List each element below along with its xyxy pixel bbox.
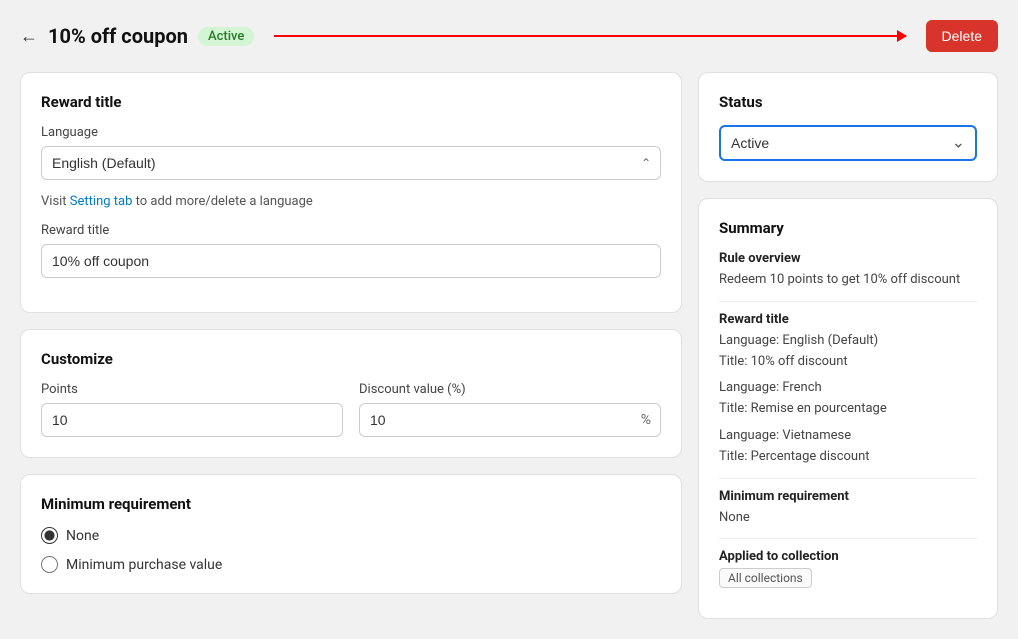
summary-line-6: Title: Percentage discount — [719, 447, 977, 468]
arrow-decoration — [264, 35, 915, 37]
minimum-requirement-options: None Minimum purchase value — [41, 527, 661, 573]
summary-line-2: Title: 10% off discount — [719, 352, 977, 373]
summary-line-5: Language: Vietnamese — [719, 426, 977, 447]
reward-title-label: Reward title — [41, 223, 661, 238]
reward-title-group: Reward title — [41, 223, 661, 278]
minimum-requirement-card: Minimum requirement None Minimum purchas… — [20, 474, 682, 594]
minimum-requirement-heading: Minimum requirement — [41, 495, 661, 513]
minimum-requirement-summary-text: None — [719, 508, 977, 529]
status-select[interactable]: Active Inactive — [719, 125, 977, 161]
customize-fields-row: Points Discount value (%) % — [41, 382, 661, 437]
status-card: Status Active Inactive — [698, 72, 998, 182]
applied-collection-title: Applied to collection — [719, 549, 977, 564]
reward-title-card-heading: Reward title — [41, 93, 661, 111]
radio-minimum-purchase-input[interactable] — [41, 556, 58, 573]
summary-reward-title-section: Reward title Language: English (Default)… — [719, 312, 977, 468]
rule-overview-title: Rule overview — [719, 251, 977, 266]
page-title: 10% off coupon — [48, 24, 188, 48]
summary-card: Summary Rule overview Redeem 10 points t… — [698, 198, 998, 619]
applied-collection-tag: All collections — [719, 568, 812, 588]
radio-none-label: None — [66, 528, 99, 544]
summary-divider-1 — [719, 301, 977, 302]
minimum-requirement-summary-section: Minimum requirement None — [719, 489, 977, 529]
discount-input[interactable] — [359, 403, 661, 437]
back-button[interactable]: ← — [20, 26, 38, 47]
delete-button[interactable]: Delete — [926, 20, 998, 52]
radio-none[interactable]: None — [41, 527, 661, 544]
applied-collection-section: Applied to collection All collections — [719, 549, 977, 588]
points-label: Points — [41, 382, 343, 397]
discount-group: Discount value (%) % — [359, 382, 661, 437]
customize-card: Customize Points Discount value (%) % — [20, 329, 682, 458]
language-group: Language English (Default) — [41, 125, 661, 180]
summary-divider-3 — [719, 538, 977, 539]
language-label: Language — [41, 125, 661, 140]
summary-line-4: Title: Remise en pourcentage — [719, 399, 977, 420]
setting-tab-link[interactable]: Setting tab — [70, 194, 133, 209]
language-select[interactable]: English (Default) — [41, 146, 661, 180]
radio-minimum-purchase[interactable]: Minimum purchase value — [41, 556, 661, 573]
reward-title-input[interactable] — [41, 244, 661, 278]
status-badge: Active — [198, 27, 254, 46]
summary-divider-2 — [719, 478, 977, 479]
minimum-requirement-summary-title: Minimum requirement — [719, 489, 977, 504]
radio-none-input[interactable] — [41, 527, 58, 544]
summary-card-heading: Summary — [719, 219, 977, 237]
language-hint: Visit Setting tab to add more/delete a l… — [41, 194, 661, 209]
rule-overview-text: Redeem 10 points to get 10% off discount — [719, 270, 977, 291]
customize-card-heading: Customize — [41, 350, 661, 368]
points-input[interactable] — [41, 403, 343, 437]
summary-reward-title-heading: Reward title — [719, 312, 977, 327]
radio-minimum-purchase-label: Minimum purchase value — [66, 557, 222, 573]
reward-title-card: Reward title Language English (Default) … — [20, 72, 682, 313]
points-group: Points — [41, 382, 343, 437]
discount-label: Discount value (%) — [359, 382, 661, 397]
rule-overview-section: Rule overview Redeem 10 points to get 10… — [719, 251, 977, 291]
summary-reward-title-lines: Language: English (Default) Title: 10% o… — [719, 331, 977, 468]
summary-line-1: Language: English (Default) — [719, 331, 977, 352]
status-card-heading: Status — [719, 93, 977, 111]
summary-line-3: Language: French — [719, 378, 977, 399]
